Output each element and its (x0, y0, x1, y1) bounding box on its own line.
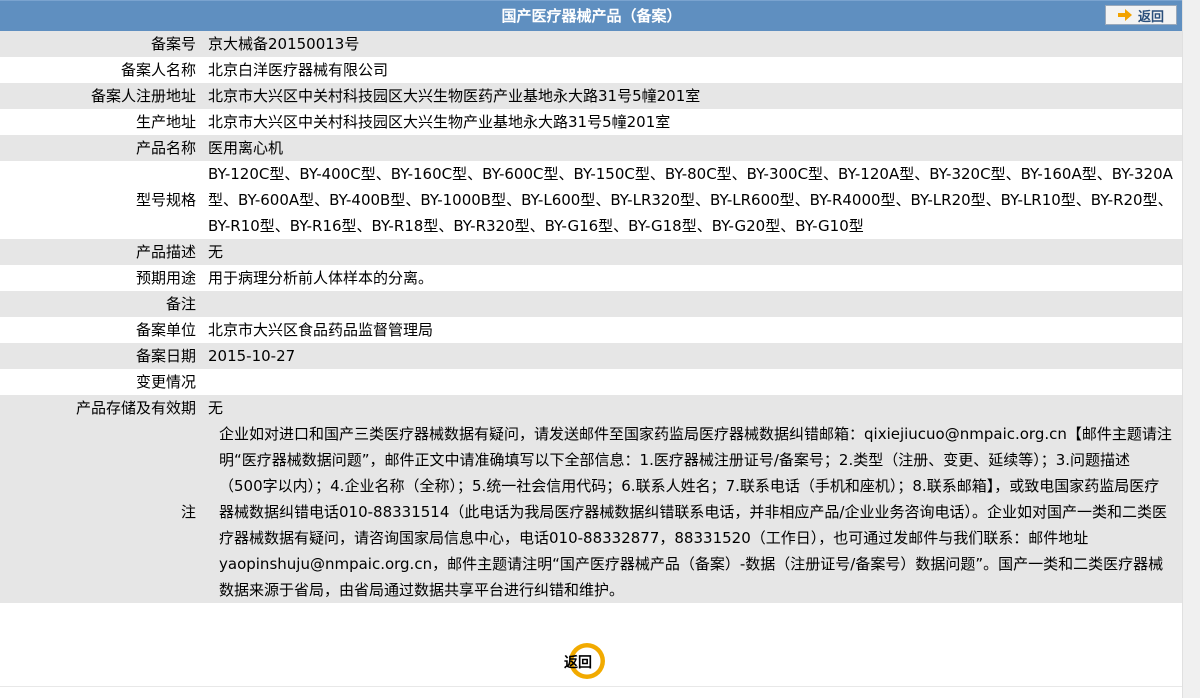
page-footer: 返回 (0, 638, 1183, 686)
field-label: 备案日期 (135, 347, 196, 365)
back-button-bottom[interactable]: 返回 (555, 643, 613, 679)
arrow-right-icon (1117, 9, 1132, 21)
field-label: 预期用途 (135, 269, 196, 287)
field-value (202, 369, 1183, 395)
divider (0, 686, 1183, 687)
note-text: 企业如对进口和国产三类医疗器械数据有疑问，请发送邮件至国家药监局医疗器械数据纠错… (219, 425, 1172, 599)
table-row: 备案人注册地址 北京市大兴区中关村科技园区大兴生物医药产业基地永大路31号5幢2… (0, 83, 1183, 109)
field-value: 无 (208, 399, 224, 417)
table-row: 备案号 京大械备20150013号 (0, 31, 1183, 57)
table-row: 变更情况 (0, 369, 1183, 395)
field-value: 北京市大兴区食品药品监督管理局 (208, 321, 434, 339)
field-label: 产品存储及有效期 (75, 399, 196, 417)
field-label: 备案号 (150, 35, 196, 53)
table-row: 备注 (0, 291, 1183, 317)
field-value: BY-120C型、BY-400C型、BY-160C型、BY-600C型、BY-1… (208, 165, 1173, 235)
table-row: 备案单位 北京市大兴区食品药品监督管理局 (0, 317, 1183, 343)
field-label: 变更情况 (135, 373, 196, 391)
vertical-scrollbar[interactable] (1182, 0, 1200, 698)
back-button-label: 返回 (1137, 9, 1164, 25)
page-header: 国产医疗器械产品（备案） 返回 (0, 0, 1183, 31)
field-label: 备注 (165, 295, 196, 313)
field-label: 生产地址 (135, 113, 196, 131)
table-row: 备案人名称 北京白洋医疗器械有限公司 (0, 57, 1183, 83)
field-label: 产品描述 (135, 243, 196, 261)
table-row: 备案日期 2015-10-27 (0, 343, 1183, 369)
table-row: 产品名称 医用离心机 (0, 135, 1183, 161)
table-row-note: 注 企业如对进口和国产三类医疗器械数据有疑问，请发送邮件至国家药监局医疗器械数据… (0, 421, 1183, 603)
table-row: 产品存储及有效期 无 (0, 395, 1183, 421)
field-value: 北京市大兴区中关村科技园区大兴生物医药产业基地永大路31号5幢201室 (208, 87, 701, 105)
table-row: 生产地址 北京市大兴区中关村科技园区大兴生物产业基地永大路31号5幢201室 (0, 109, 1183, 135)
field-value: 用于病理分析前人体样本的分离。 (208, 269, 434, 287)
table-row: 产品描述 无 (0, 239, 1183, 265)
field-value: 医用离心机 (208, 139, 284, 157)
note-label: 注 (180, 503, 196, 521)
field-value: 北京白洋医疗器械有限公司 (208, 61, 389, 79)
field-value: 2015-10-27 (208, 347, 296, 365)
field-label: 备案单位 (135, 321, 196, 339)
back-button-top[interactable]: 返回 (1105, 5, 1177, 25)
field-label: 产品名称 (135, 139, 196, 157)
record-table: 备案号 京大械备20150013号 备案人名称 北京白洋医疗器械有限公司 备案人… (0, 31, 1183, 603)
back-button-bottom-label: 返回 (564, 655, 592, 671)
table-row: 预期用途 用于病理分析前人体样本的分离。 (0, 265, 1183, 291)
field-label: 备案人名称 (120, 61, 196, 79)
field-value (202, 291, 1183, 317)
page: 国产医疗器械产品（备案） 返回 备案号 京大械备20150013号 备案人名称 … (0, 0, 1183, 698)
field-label: 备案人注册地址 (90, 87, 196, 105)
field-value: 无 (208, 243, 224, 261)
page-title: 国产医疗器械产品（备案） (501, 7, 682, 25)
field-value: 京大械备20150013号 (208, 35, 360, 53)
table-row: 型号规格 BY-120C型、BY-400C型、BY-160C型、BY-600C型… (0, 161, 1183, 239)
field-value: 北京市大兴区中关村科技园区大兴生物产业基地永大路31号5幢201室 (208, 113, 671, 131)
field-label: 型号规格 (135, 191, 196, 209)
